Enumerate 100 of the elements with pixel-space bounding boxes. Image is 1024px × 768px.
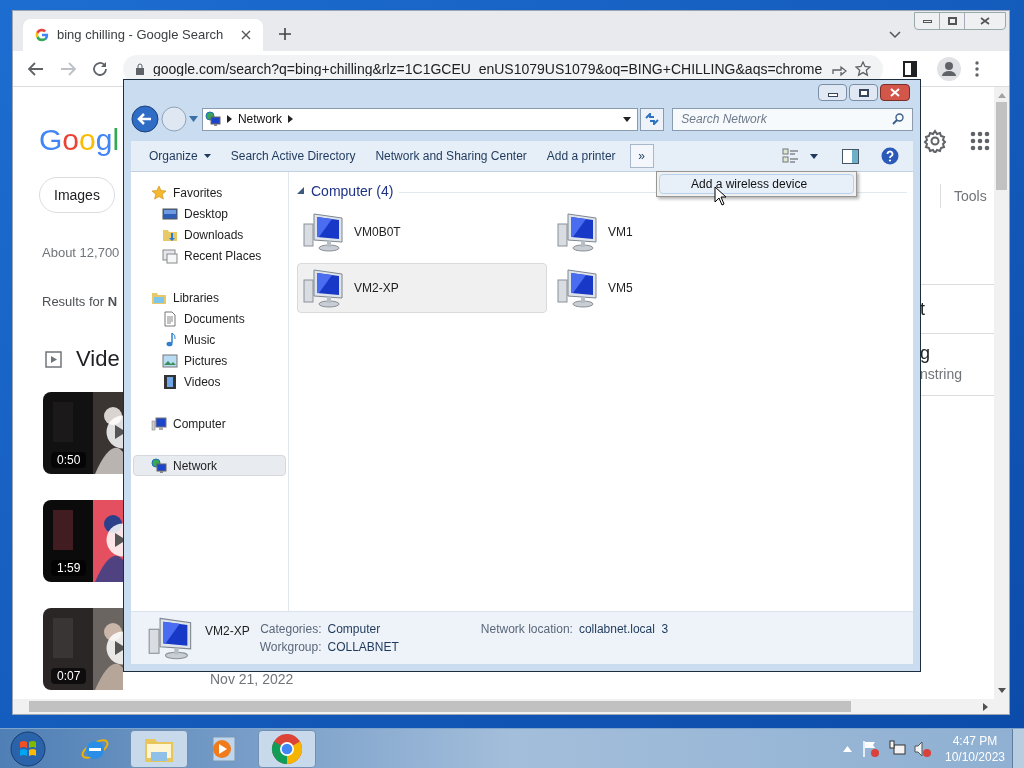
more-commands-button[interactable]: »: [629, 144, 654, 168]
menu-item[interactable]: Add a wireless device: [659, 174, 854, 194]
preview-pane-icon[interactable]: [842, 148, 859, 164]
network-icon[interactable]: [888, 739, 906, 758]
speaker-muted-icon[interactable]: [914, 739, 932, 758]
nav-item[interactable]: Libraries: [133, 287, 286, 308]
video-date: Nov 21, 2022: [210, 670, 294, 689]
command-button[interactable]: Add a printer: [538, 144, 624, 168]
command-button[interactable]: Search Active Directory: [222, 144, 364, 168]
caret-icon[interactable]: [810, 153, 818, 159]
scrollbar-thumb[interactable]: [996, 102, 1007, 190]
detail-label: Categories:: [259, 622, 322, 637]
result-title: g: [920, 343, 931, 363]
new-tab-icon[interactable]: [278, 27, 292, 41]
refresh-button[interactable]: [640, 107, 665, 131]
video-duration: 1:59: [51, 560, 87, 576]
nav-item[interactable]: Desktop: [133, 203, 286, 224]
command-button[interactable]: Network and Sharing Center: [367, 144, 535, 168]
close-icon: [980, 17, 990, 25]
down-arrow-icon[interactable]: [997, 688, 1006, 694]
results-for-text: Results for N: [42, 294, 118, 310]
reload-icon[interactable]: [91, 59, 109, 78]
scrollbar-thumb[interactable]: [29, 701, 851, 712]
maximize-button[interactable]: [849, 84, 878, 101]
nav-item[interactable]: Downloads: [133, 224, 286, 245]
nav-item[interactable]: Computer: [133, 413, 286, 434]
search-icon: [892, 113, 904, 125]
browser-tab[interactable]: bing chilling - Google Search: [23, 19, 263, 51]
apps-icon[interactable]: [970, 131, 990, 151]
details-name: VM2-XP: [205, 623, 250, 640]
close-icon[interactable]: [241, 30, 251, 40]
breadcrumb-item[interactable]: Network: [237, 110, 282, 128]
show-desktop-button[interactable]: [1012, 728, 1024, 768]
star-icon[interactable]: [855, 60, 871, 77]
collapse-icon[interactable]: [297, 187, 305, 195]
detail-label: Network location:: [480, 622, 573, 637]
tools-button[interactable]: Tools: [954, 185, 987, 207]
desktop-icon: [162, 205, 178, 222]
recent-places-icon: [162, 247, 178, 264]
network-icon: [151, 457, 167, 474]
detail-value: COLLABNET: [327, 640, 399, 655]
google-icon: [35, 28, 49, 42]
refresh-icon: [645, 113, 660, 125]
picture-icon: [162, 352, 178, 369]
menu-icon[interactable]: [975, 60, 979, 77]
chevron-right-icon[interactable]: [287, 115, 293, 123]
start-button[interactable]: [10, 730, 46, 767]
chrome-icon: [271, 732, 303, 765]
close-icon: [890, 88, 900, 97]
search-field[interactable]: Search Network: [672, 107, 913, 131]
pointer-icon: [714, 186, 727, 206]
computer-tile[interactable]: VM0B0T: [297, 207, 547, 257]
lock-icon: [135, 62, 145, 75]
computer-tile[interactable]: VM2-XP: [297, 263, 547, 313]
result-count: About 12,700: [42, 245, 120, 261]
document-icon: [162, 310, 178, 327]
nav-item[interactable]: Music: [133, 329, 286, 350]
close-button[interactable]: [880, 84, 910, 101]
computer-icon: [556, 266, 600, 310]
settings-icon[interactable]: [923, 129, 947, 153]
chevron-right-icon[interactable]: [226, 115, 232, 123]
computer-icon: [302, 210, 346, 254]
computer-tile[interactable]: VM1: [551, 207, 801, 257]
minimize-button[interactable]: [818, 84, 847, 101]
right-arrow-icon[interactable]: [983, 702, 989, 711]
help-icon[interactable]: [881, 147, 899, 165]
command-button[interactable]: Organize: [141, 144, 219, 168]
flag-icon[interactable]: [862, 739, 880, 758]
computer-icon: [151, 415, 167, 432]
taskbar-button[interactable]: [258, 729, 316, 768]
nav-item[interactable]: Pictures: [133, 350, 286, 371]
computer-icon: [556, 210, 600, 254]
nav-item[interactable]: Documents: [133, 308, 286, 329]
chevron-down-icon[interactable]: [889, 31, 901, 39]
caret-icon: [203, 154, 211, 158]
network-icon: [204, 111, 221, 127]
taskbar-button[interactable]: [130, 729, 188, 768]
detail-value: Computer: [327, 622, 382, 637]
videos-heading: Vide: [76, 345, 120, 373]
view-options-icon[interactable]: [782, 148, 800, 164]
google-logo: Googl: [39, 123, 120, 157]
vertical-scrollbar[interactable]: [994, 87, 1009, 699]
horizontal-scrollbar[interactable]: [13, 699, 1009, 714]
tab-title: bing chilling - Google Search: [57, 26, 225, 45]
nav-item[interactable]: Videos: [133, 371, 286, 392]
profile-icon[interactable]: [937, 56, 961, 81]
back-icon[interactable]: [27, 59, 45, 78]
nav-item[interactable]: Favorites: [133, 182, 286, 203]
video-icon: [45, 350, 62, 368]
detail-label: Workgroup:: [259, 640, 322, 655]
video-duration: 0:07: [51, 668, 87, 684]
nav-item[interactable]: Network: [133, 455, 286, 476]
dropdown-icon[interactable]: [623, 116, 632, 122]
computer-tile[interactable]: VM5: [551, 263, 801, 313]
nav-item[interactable]: Recent Places: [133, 245, 286, 266]
back-icon[interactable]: [131, 105, 159, 133]
address-field[interactable]: Network: [201, 107, 639, 131]
result-subtitle: nstring: [920, 365, 964, 383]
group-header: Computer (4): [311, 181, 394, 201]
side-panel-icon[interactable]: [903, 60, 917, 77]
